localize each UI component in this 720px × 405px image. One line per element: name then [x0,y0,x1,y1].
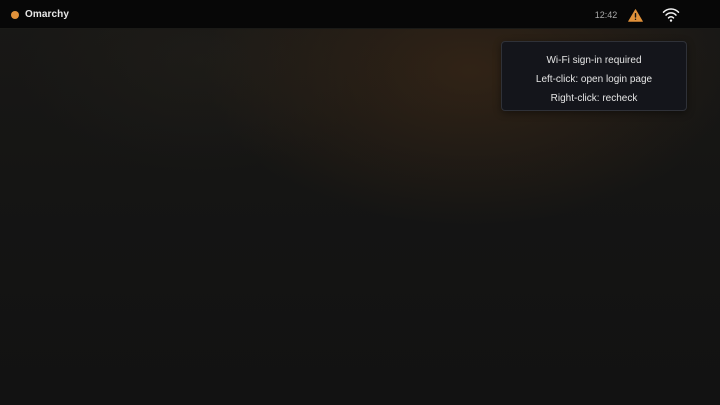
top-bar: Omarchy 12:42 [0,0,720,29]
tooltip-left-click-hint: Left-click: open login page [535,74,653,85]
workspace-indicator[interactable]: Omarchy [11,0,69,29]
tooltip-title: Wi-Fi sign-in required [546,55,642,66]
brand-label: Omarchy [25,9,70,20]
clock[interactable]: 12:42 [590,0,622,29]
wifi-icon[interactable] [662,7,680,23]
wifi-tooltip: Wi-Fi sign-in required Left-click: open … [501,41,687,111]
warning-icon[interactable] [628,9,643,22]
status-dot-icon [11,10,19,19]
tooltip-right-click-hint: Right-click: recheck [550,93,638,104]
